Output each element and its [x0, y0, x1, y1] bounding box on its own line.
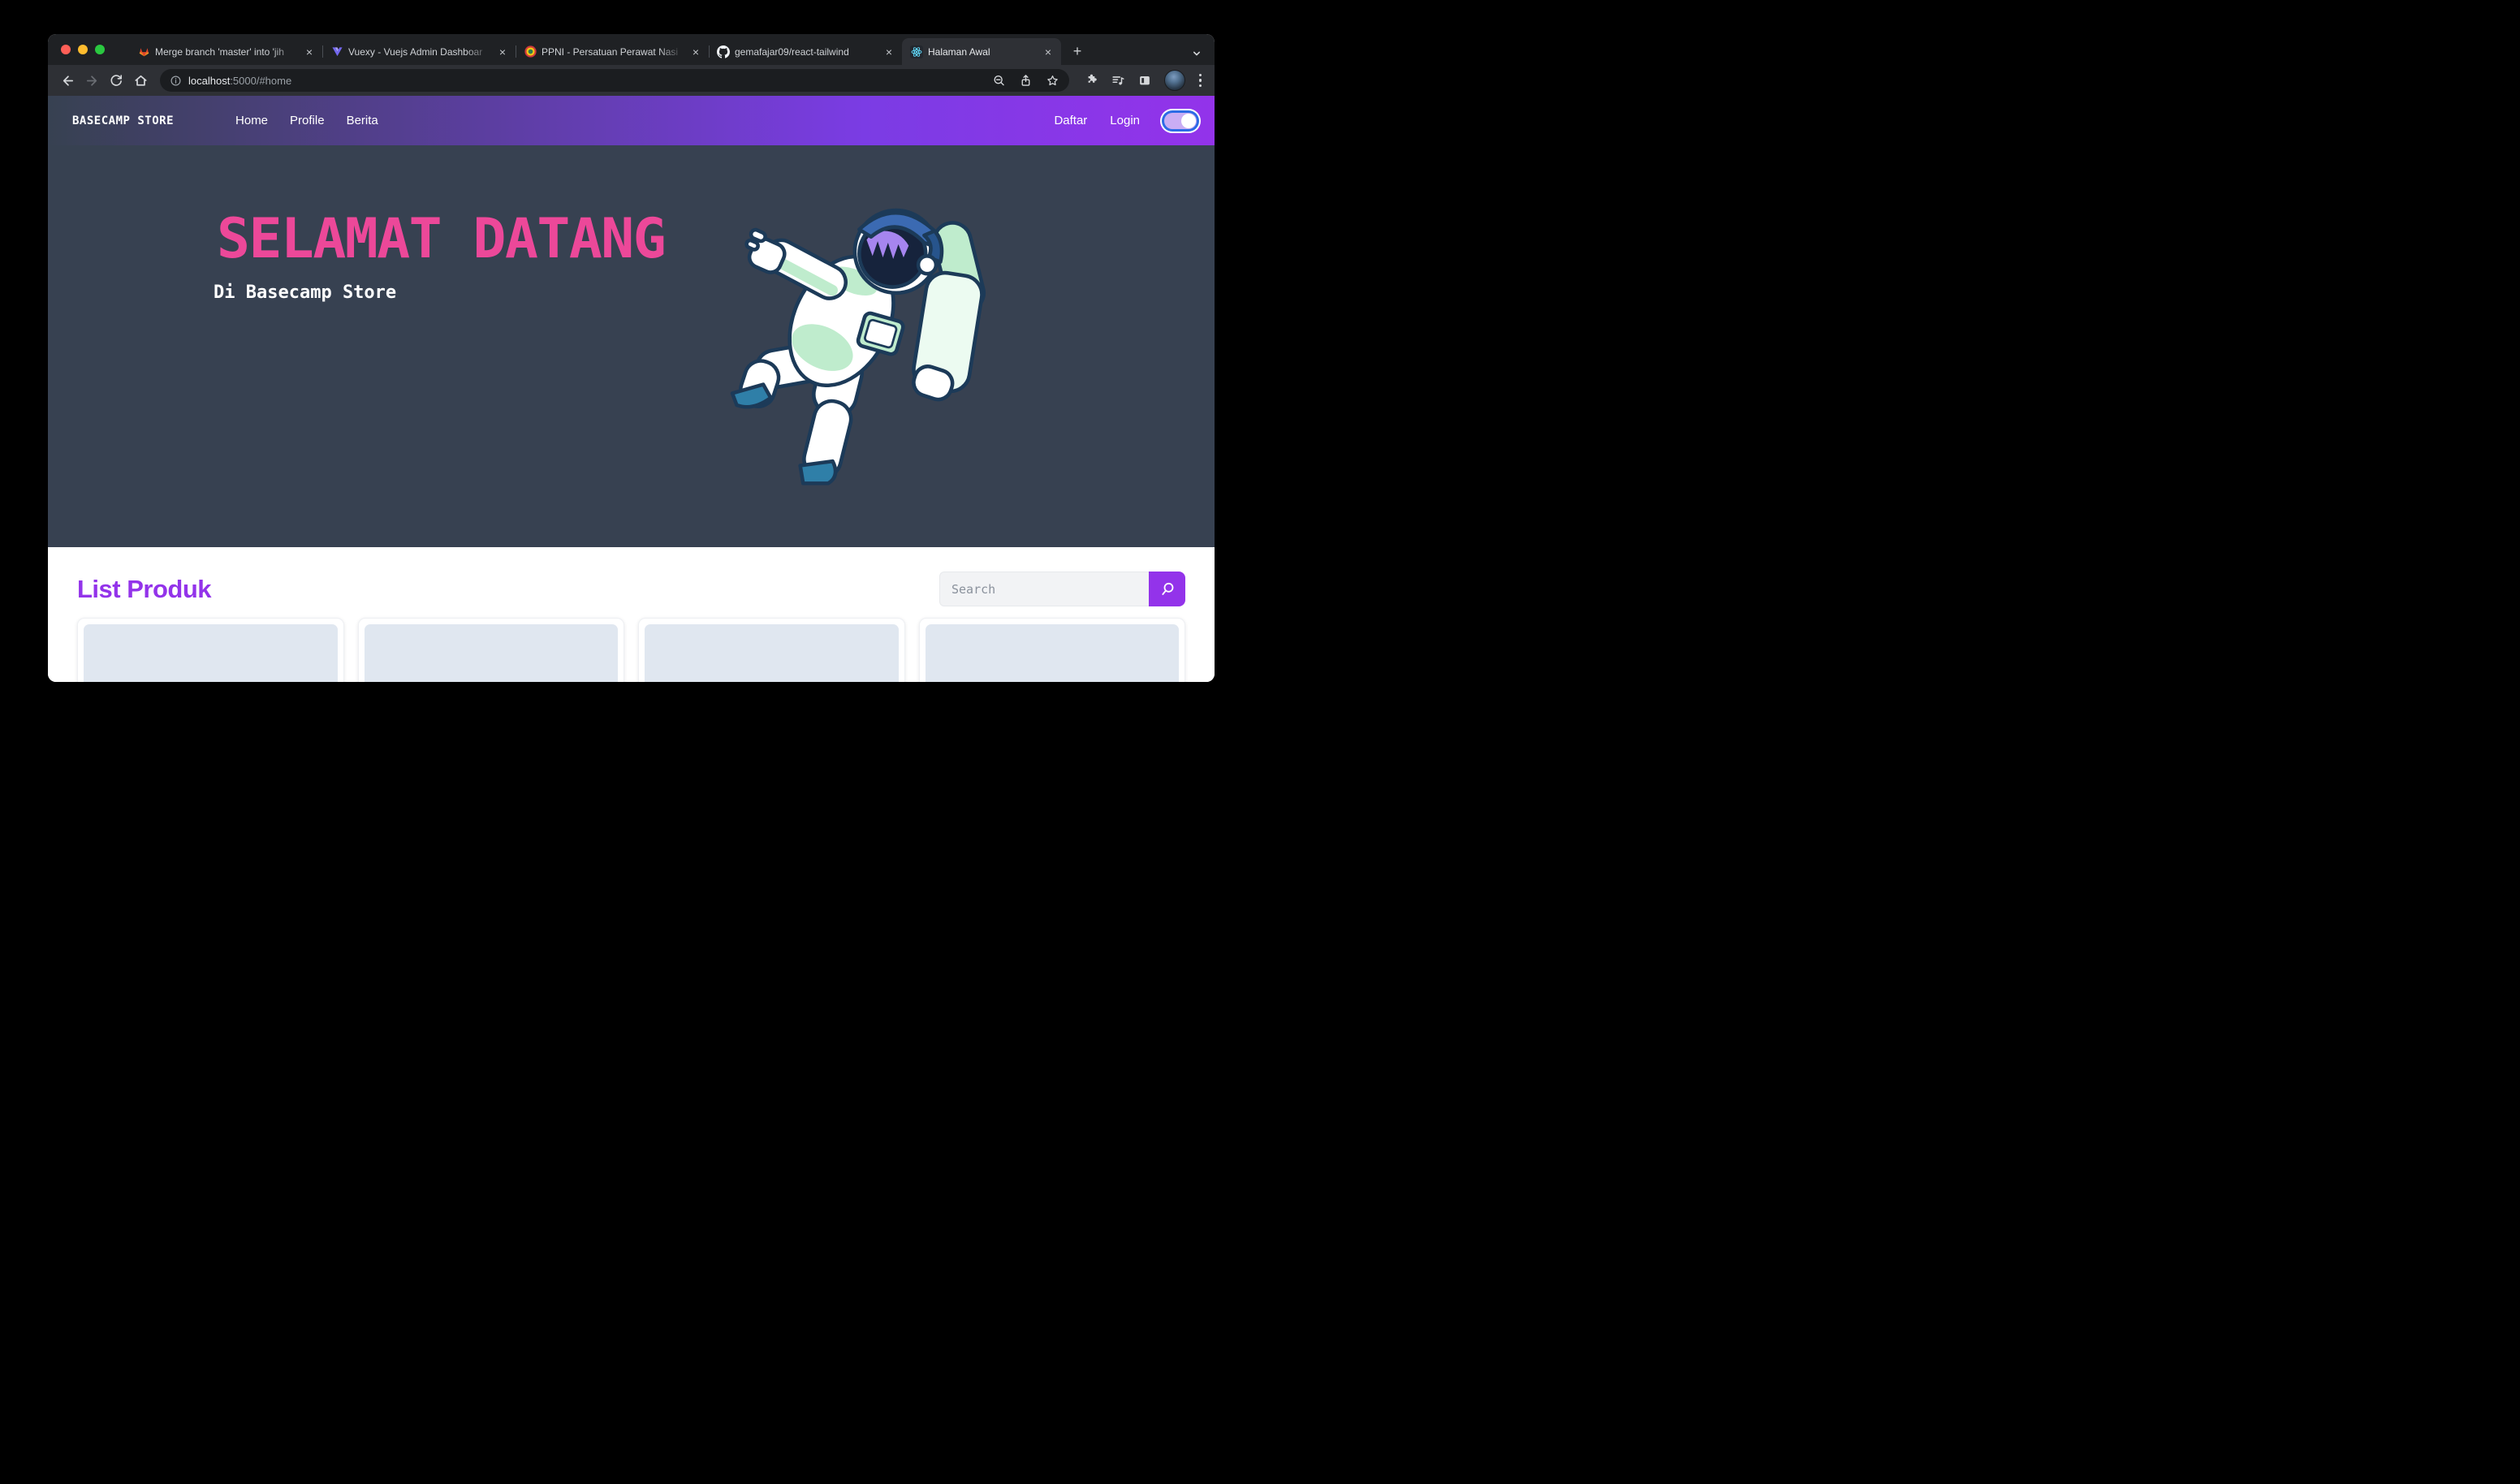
media-controls-icon[interactable]	[1111, 73, 1125, 88]
tab-title: gemafajar09/react-tailwind	[735, 46, 878, 58]
site-navbar: BASECAMP STORE Home Profile Berita Dafta…	[48, 96, 1215, 145]
screen: Merge branch 'master' into 'jih × Vuexy …	[0, 0, 1260, 742]
product-image-placeholder	[84, 624, 338, 682]
tab-strip: Merge branch 'master' into 'jih × Vuexy …	[48, 34, 1215, 65]
product-card[interactable]	[358, 618, 625, 682]
zoom-window-button[interactable]	[95, 45, 105, 54]
react-icon	[910, 45, 923, 58]
tab-close-icon[interactable]: ×	[882, 45, 895, 58]
window-controls	[48, 34, 129, 65]
search-bar	[939, 572, 1185, 606]
nav-link-login[interactable]: Login	[1110, 114, 1140, 127]
tab-close-icon[interactable]: ×	[303, 45, 316, 58]
product-card[interactable]	[638, 618, 905, 682]
theme-toggle-knob	[1181, 114, 1196, 128]
zoom-out-icon[interactable]	[992, 74, 1006, 88]
forward-icon[interactable]	[80, 69, 103, 92]
search-icon	[1159, 581, 1176, 597]
nav-link-berita[interactable]: Berita	[347, 114, 378, 127]
nav-link-daftar[interactable]: Daftar	[1054, 114, 1087, 127]
github-icon	[717, 45, 730, 58]
tab-close-icon[interactable]: ×	[1042, 45, 1055, 58]
brand-logo[interactable]: BASECAMP STORE	[72, 114, 174, 127]
home-icon[interactable]	[129, 69, 152, 92]
close-window-button[interactable]	[61, 45, 71, 54]
search-input[interactable]	[939, 572, 1149, 606]
hero-title: SELAMAT DATANG	[217, 207, 665, 271]
product-image-placeholder	[645, 624, 899, 682]
tab-title: Vuexy - Vuejs Admin Dashboar	[348, 46, 491, 58]
url-host: localhost	[188, 75, 230, 87]
nav-links: Home Profile Berita	[235, 114, 378, 127]
toolbar-actions	[1077, 70, 1207, 91]
gitlab-icon	[137, 45, 150, 58]
hero-section: SELAMAT DATANG Di Basecamp Store	[48, 145, 1215, 547]
nav-link-profile[interactable]: Profile	[290, 114, 325, 127]
astronaut-illustration	[728, 194, 996, 519]
search-button[interactable]	[1149, 572, 1185, 606]
hero-subtitle: Di Basecamp Store	[214, 283, 665, 303]
product-card[interactable]	[919, 618, 1186, 682]
sidebar-icon[interactable]	[1137, 73, 1152, 88]
tab-close-icon[interactable]: ×	[496, 45, 509, 58]
profile-avatar[interactable]	[1164, 70, 1185, 91]
url-path: :5000/#home	[230, 75, 291, 87]
ppni-icon	[524, 45, 537, 58]
share-icon[interactable]	[1019, 74, 1033, 88]
browser-window: Merge branch 'master' into 'jih × Vuexy …	[48, 34, 1215, 682]
tab-gitlab[interactable]: Merge branch 'master' into 'jih ×	[129, 38, 322, 65]
tab-vuexy[interactable]: Vuexy - Vuejs Admin Dashboar ×	[322, 38, 516, 65]
tab-title: PPNI - Persatuan Perawat Nasi	[542, 46, 684, 58]
product-grid	[77, 618, 1185, 682]
minimize-window-button[interactable]	[78, 45, 88, 54]
extensions-puzzle-icon[interactable]	[1084, 73, 1098, 88]
product-card[interactable]	[77, 618, 344, 682]
address-bar[interactable]: localhost:5000/#home	[160, 69, 1069, 92]
tab-title: Merge branch 'master' into 'jih	[155, 46, 298, 58]
tab-github[interactable]: gemafajar09/react-tailwind ×	[709, 38, 902, 65]
back-icon[interactable]	[56, 69, 79, 92]
product-image-placeholder	[365, 624, 619, 682]
tab-halaman-awal-active[interactable]: Halaman Awal ×	[902, 38, 1061, 65]
browser-menu-icon[interactable]	[1197, 72, 1204, 89]
bookmark-star-icon[interactable]	[1046, 74, 1059, 88]
site-info-icon[interactable]	[170, 75, 182, 87]
tab-close-icon[interactable]: ×	[689, 45, 702, 58]
theme-toggle[interactable]	[1164, 113, 1197, 129]
url-text[interactable]: localhost:5000/#home	[188, 75, 984, 87]
products-heading: List Produk	[77, 575, 211, 604]
nav-link-home[interactable]: Home	[235, 114, 268, 127]
tab-title: Halaman Awal	[928, 46, 1037, 58]
new-tab-button[interactable]: +	[1066, 40, 1089, 63]
tab-ppni[interactable]: PPNI - Persatuan Perawat Nasi ×	[516, 38, 709, 65]
tab-search-chevron-icon[interactable]	[1190, 47, 1203, 60]
vuexy-icon	[330, 45, 343, 58]
products-section: List Produk	[48, 547, 1215, 682]
browser-toolbar: localhost:5000/#home	[48, 65, 1215, 96]
nav-actions: Daftar Login	[1054, 114, 1140, 127]
reload-icon[interactable]	[105, 69, 127, 92]
product-image-placeholder	[926, 624, 1180, 682]
